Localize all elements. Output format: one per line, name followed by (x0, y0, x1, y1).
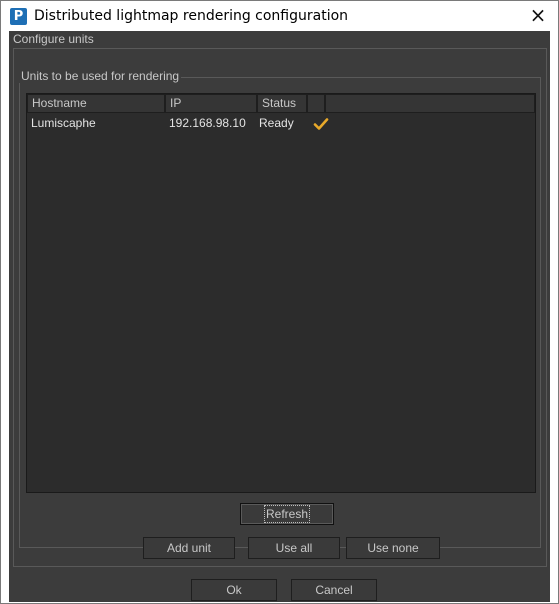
title-bar[interactable]: P Distributed lightmap rendering configu… (1, 1, 558, 31)
use-all-button[interactable]: Use all (248, 537, 340, 559)
column-header-status[interactable]: Status (257, 94, 307, 113)
table-header: Hostname IP Status (27, 94, 535, 113)
column-header-hostname[interactable]: Hostname (27, 94, 165, 113)
app-logo-icon: P (10, 8, 27, 25)
window-title: Distributed lightmap rendering configura… (34, 8, 349, 24)
cell-status: Ready (259, 116, 294, 130)
column-header-ip[interactable]: IP (165, 94, 257, 113)
cell-ip: 192.168.98.10 (169, 116, 246, 130)
refresh-button-label: Refresh (263, 505, 311, 523)
cell-hostname: Lumiscaphe (31, 116, 96, 130)
add-unit-button[interactable]: Add unit (143, 537, 235, 559)
table-row[interactable]: Lumiscaphe 192.168.98.10 Ready (27, 116, 535, 132)
dialog-content: Configure units Units to be used for ren… (9, 31, 550, 602)
cancel-button[interactable]: Cancel (291, 579, 377, 601)
column-header-selected[interactable] (307, 94, 325, 113)
refresh-button[interactable]: Refresh (240, 503, 334, 525)
use-none-button[interactable]: Use none (346, 537, 440, 559)
column-header-filler[interactable] (325, 94, 535, 113)
checkmark-icon[interactable] (312, 115, 330, 133)
configure-units-label: Configure units (11, 32, 96, 46)
ok-button[interactable]: Ok (191, 579, 277, 601)
dialog-window: P Distributed lightmap rendering configu… (0, 0, 559, 604)
units-table[interactable]: Hostname IP Status Lumiscaphe 192.168.98… (26, 93, 536, 493)
close-button[interactable]: × (518, 1, 558, 31)
units-group-label: Units to be used for rendering (19, 69, 182, 83)
